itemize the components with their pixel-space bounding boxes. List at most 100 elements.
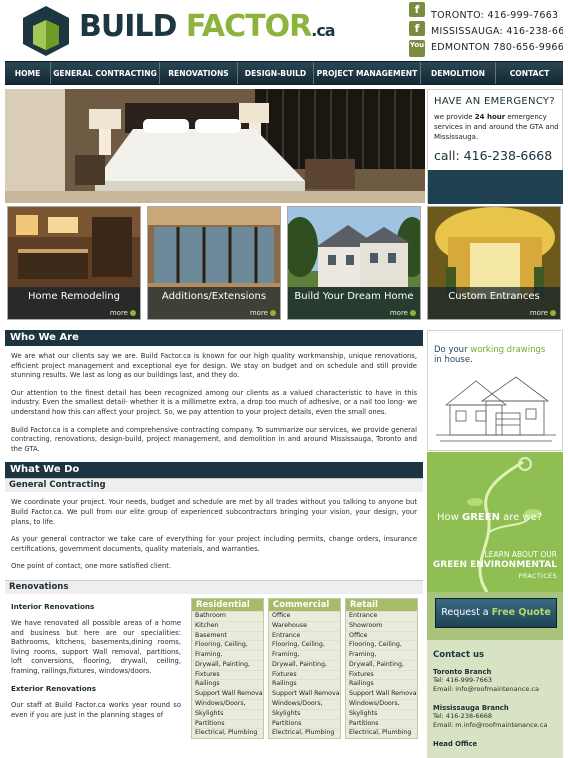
logo-build-text: BUILD <box>79 9 177 44</box>
nav-design-build[interactable]: DESIGN-BUILD <box>238 62 314 84</box>
branch-email[interactable]: Email: info@roofmaintenance.ca <box>433 685 557 694</box>
reno-list-item[interactable]: Support Wall Removal <box>346 689 417 699</box>
reno-list-item[interactable]: Office <box>346 630 417 641</box>
thumb-caption: Custom Entrances more <box>428 287 560 319</box>
reno-list-commercial: Commercial Office Warehouse Entrance Floorin… <box>268 597 341 740</box>
quote-bold: Free Quote <box>491 607 551 618</box>
reno-list-item[interactable]: Office <box>269 610 340 621</box>
nav-contact[interactable]: CONTACT <box>496 62 563 84</box>
reno-list-item[interactable]: Skylights <box>269 708 340 719</box>
thumb-dream-home[interactable]: Build Your Dream Home more <box>287 206 421 320</box>
nav-renovations[interactable]: RENOVATIONS <box>160 62 238 84</box>
reno-list-item[interactable]: Fixtures <box>192 669 263 680</box>
thumb-additions-extensions[interactable]: Additions/Extensions more <box>147 206 281 320</box>
reno-list-item[interactable]: Electrical, Plumbing <box>269 728 340 738</box>
more-link[interactable]: more <box>110 309 136 317</box>
who-paragraph-1: We are what our clients say we are. Buil… <box>11 352 417 380</box>
emergency-phone[interactable]: call: 416-238-6668 <box>434 148 552 163</box>
reno-list-item[interactable]: Railings <box>192 679 263 689</box>
emergency-text-pre: we provide <box>434 113 475 121</box>
branch-tel[interactable]: Tel: 416-999-7663 <box>433 676 557 685</box>
reno-list-item[interactable]: Railings <box>269 679 340 689</box>
reno-list-heading: Residential <box>192 598 263 611</box>
reno-list-item[interactable]: Flooring, Ceiling, <box>346 640 417 650</box>
logo-ca-text: .ca <box>311 21 335 40</box>
branch-tel[interactable]: Tel: 416-238-6668 <box>433 712 557 721</box>
toronto-phone[interactable]: TORONTO: 416-999-7663 <box>431 10 558 21</box>
reno-list-item[interactable]: Support Wall Removal <box>192 689 263 699</box>
reno-list-item[interactable]: Windows/Doors, <box>346 699 417 709</box>
nav-demolition[interactable]: DEMOLITION <box>421 62 496 84</box>
reno-list-item[interactable]: Partitions <box>192 718 263 729</box>
renovation-lists: Residential Bathroom Kitchen Basement Floori… <box>191 597 418 740</box>
branch-email[interactable]: Email: m.info@roofmaintenance.ca <box>433 721 557 730</box>
nav-home[interactable]: HOME <box>5 62 51 84</box>
hero-bedroom-image <box>5 89 425 203</box>
reno-list-item[interactable]: Framing, <box>346 650 417 660</box>
reno-list-item[interactable]: Flooring, Ceiling, <box>192 640 263 650</box>
gc-paragraph-2: As your general contractor we take care … <box>11 535 417 553</box>
reno-list-item[interactable]: Warehouse <box>269 620 340 631</box>
reno-list-item[interactable]: Kitchen <box>192 620 263 631</box>
facebook-icon[interactable]: f <box>409 2 425 17</box>
thumb-caption: Additions/Extensions more <box>148 287 280 319</box>
emergency-text-bold: 24 hour <box>474 113 506 121</box>
page: BUILD FACTOR.ca f f You TORONTO: 416-999… <box>5 0 563 758</box>
thumb-custom-entrances[interactable]: Custom Entrances more <box>427 206 561 320</box>
reno-list-item[interactable]: Windows/Doors, <box>269 699 340 709</box>
reno-list-item[interactable]: Partitions <box>346 718 417 729</box>
nav-project-management[interactable]: PROJECT MANAGEMENT <box>314 62 421 84</box>
quote-area: Request a Free Quote <box>427 592 563 640</box>
reno-list-item[interactable]: Electrical, Plumbing <box>346 728 417 738</box>
reno-list-item[interactable]: Skylights <box>192 708 263 719</box>
logo-wordmark[interactable]: BUILD FACTOR.ca <box>79 9 336 48</box>
working-drawings-promo[interactable]: Do your working drawings in house. <box>427 330 563 451</box>
renovations-text: Interior Renovations We have renovated a… <box>5 594 187 721</box>
reno-list-item[interactable]: Drywall, Painting, <box>346 659 417 670</box>
interior-paragraph: We have renovated all possible areas of … <box>11 618 181 675</box>
house-drawing-icon <box>436 376 556 442</box>
edmonton-phone[interactable]: EDMONTON 780-656-9966 <box>431 42 563 53</box>
reno-list-item[interactable]: Skylights <box>346 708 417 719</box>
reno-list-item[interactable]: Framing, <box>269 650 340 660</box>
reno-list-item[interactable]: Showroom <box>346 620 417 631</box>
reno-list-item[interactable]: Fixtures <box>269 669 340 680</box>
reno-list-item[interactable]: Basement <box>192 630 263 641</box>
green-practices-promo[interactable]: How GREEN are we? LEARN ABOUT OUR GREEN … <box>427 452 563 592</box>
reno-list-item[interactable]: Fixtures <box>346 669 417 680</box>
youtube-icon[interactable]: You <box>409 40 425 57</box>
reno-list-item[interactable]: Railings <box>346 679 417 689</box>
logo-icon[interactable] <box>21 4 71 58</box>
reno-list-item[interactable]: Drywall, Painting, <box>192 659 263 670</box>
facebook-icon-2[interactable]: f <box>409 21 425 36</box>
thumb-home-remodeling[interactable]: Home Remodeling more <box>7 206 141 320</box>
reno-list-item[interactable]: Entrance <box>346 610 417 621</box>
reno-list-item[interactable]: Support Wall Removal <box>269 689 340 699</box>
reno-list-item[interactable]: Flooring, Ceiling, <box>269 640 340 650</box>
emergency-bar <box>428 170 563 204</box>
quote-pre: Request a <box>441 607 492 618</box>
mississauga-phone[interactable]: MISSISSAUGA: 416-238-6668 <box>431 26 563 37</box>
green-q-pre: How <box>437 512 462 523</box>
more-link[interactable]: more <box>250 309 276 317</box>
reno-list-item[interactable]: Drywall, Painting, <box>269 659 340 670</box>
request-quote-button[interactable]: Request a Free Quote <box>435 598 557 628</box>
more-link[interactable]: more <box>530 309 556 317</box>
reno-list-item[interactable]: Bathroom <box>192 610 263 621</box>
reno-list-item[interactable]: Electrical, Plumbing <box>192 728 263 738</box>
reno-list-residential: Residential Bathroom Kitchen Basement Floori… <box>191 597 264 740</box>
reno-list-item[interactable]: Entrance <box>269 630 340 641</box>
reno-list-heading: Retail <box>346 598 417 611</box>
interior-heading: Interior Renovations <box>11 601 95 611</box>
site-header: BUILD FACTOR.ca f f You TORONTO: 416-999… <box>5 0 563 60</box>
logo-factor-text: FACTOR <box>185 9 312 44</box>
reno-list-item[interactable]: Windows/Doors, <box>192 699 263 709</box>
sidebar: Do your working drawings in house. How G… <box>427 330 563 758</box>
reno-list-item[interactable]: Partitions <box>269 718 340 729</box>
green-q-bold: GREEN <box>462 512 500 523</box>
emergency-panel: HAVE AN EMERGENCY? we provide 24 hour em… <box>427 89 563 204</box>
reno-list-item[interactable]: Framing, <box>192 650 263 660</box>
more-link[interactable]: more <box>390 309 416 317</box>
nav-general-contracting[interactable]: GENERAL CONTRACTING <box>51 62 160 84</box>
green-environmental-text: GREEN ENVIRONMENTAL <box>432 560 557 570</box>
